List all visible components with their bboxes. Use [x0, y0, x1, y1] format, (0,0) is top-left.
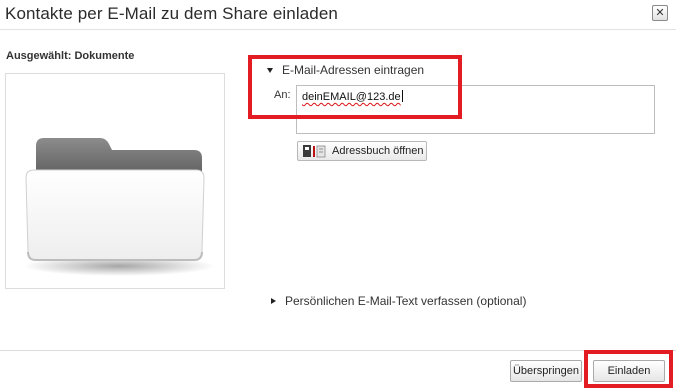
- selected-item-label: Ausgewählt: Dokumente: [6, 50, 135, 62]
- skip-button[interactable]: Überspringen: [510, 360, 582, 382]
- email-section-header: E-Mail-Adressen eintragen: [282, 63, 425, 77]
- addressbook-icon: [303, 145, 326, 158]
- title-divider: [0, 29, 676, 30]
- invite-button-label: Einladen: [607, 365, 651, 377]
- folder-preview: [5, 73, 225, 289]
- to-label: An:: [274, 89, 291, 101]
- message-section-header: Persönlichen E-Mail-Text verfassen (opti…: [285, 294, 527, 308]
- invite-button[interactable]: Einladen: [593, 360, 665, 382]
- email-section-toggle[interactable]: E-Mail-Adressen eintragen: [267, 63, 424, 77]
- message-section-toggle[interactable]: Persönlichen E-Mail-Text verfassen (opti…: [271, 294, 526, 308]
- text-caret: [401, 90, 403, 102]
- skip-button-label: Überspringen: [512, 365, 580, 377]
- expanded-arrow-icon: [267, 67, 273, 73]
- close-button[interactable]: ✕: [652, 5, 668, 21]
- folder-icon: [23, 138, 215, 276]
- open-addressbook-label: Adressbuch öffnen: [332, 145, 424, 157]
- open-addressbook-button[interactable]: Adressbuch öffnen: [297, 141, 427, 161]
- email-recipients-input[interactable]: deinEMAIL@123.de: [296, 85, 655, 134]
- invite-dialog: Kontakte per E-Mail zu dem Share einlade…: [0, 0, 676, 389]
- dialog-title: Kontakte per E-Mail zu dem Share einlade…: [5, 4, 338, 23]
- collapsed-arrow-icon: [271, 298, 276, 304]
- footer-divider: [0, 350, 676, 351]
- close-icon: ✕: [655, 6, 665, 19]
- email-value: deinEMAIL@123.de: [302, 91, 401, 103]
